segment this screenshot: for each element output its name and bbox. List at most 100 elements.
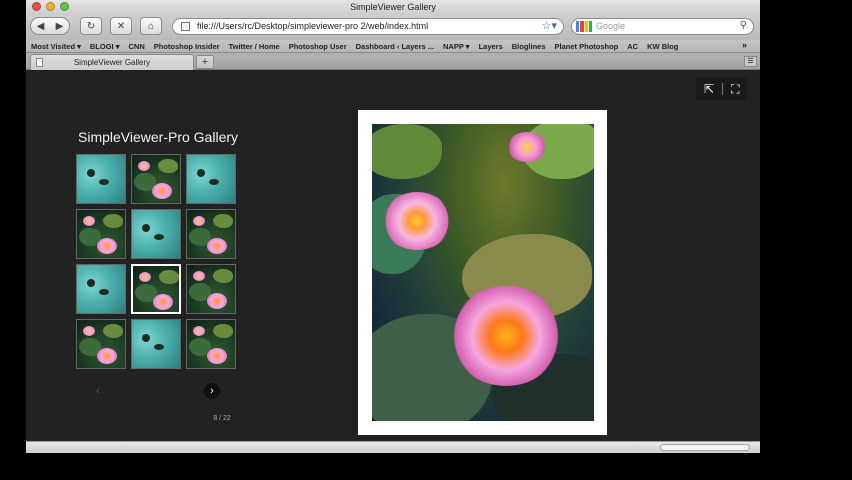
- main-image-frame[interactable]: [358, 110, 607, 435]
- bookmark-item[interactable]: CNN: [129, 42, 145, 51]
- lotus-flower: [83, 216, 95, 226]
- bookmarks-bar: Most Visited ▾ BLOGI ▾ CNN Photoshop Ins…: [26, 40, 760, 53]
- bookmark-item[interactable]: BLOGI ▾: [90, 42, 120, 51]
- gallery-thumbnail[interactable]: [186, 154, 236, 204]
- lotus-flower: [450, 286, 562, 386]
- forward-arrow-icon[interactable]: ▶: [50, 21, 69, 32]
- bookmark-star-icon[interactable]: ☆▾: [542, 19, 557, 34]
- viewer-controls: ⇱ ⛶: [696, 78, 748, 100]
- gallery-thumbnail[interactable]: [186, 209, 236, 259]
- lotus-flower: [207, 293, 227, 309]
- list-icon: ☰: [747, 58, 754, 65]
- lotus-flower: [139, 272, 151, 282]
- lily-pad: [159, 270, 179, 284]
- leaf-shadow: [197, 169, 205, 177]
- gallery-thumbnail[interactable]: [131, 154, 181, 204]
- title-bar: SimpleViewer Gallery: [26, 0, 760, 14]
- leaf-shadow: [209, 179, 219, 185]
- lily-pad: [213, 324, 233, 338]
- chevron-right-icon: ›: [210, 385, 214, 397]
- bookmark-item[interactable]: Photoshop Insider: [154, 42, 220, 51]
- gallery-thumbnail[interactable]: [76, 319, 126, 369]
- leaf-shadow: [142, 224, 150, 232]
- browser-window: SimpleViewer Gallery ◀ ▶ ↻ ✕ ⌂ file:///U…: [26, 0, 760, 453]
- minimize-window-button[interactable]: [46, 2, 55, 11]
- horizontal-scrollbar[interactable]: [26, 441, 760, 453]
- reload-icon: ↻: [86, 20, 96, 32]
- url-bar[interactable]: file:///Users/rc/Desktop/simpleviewer-pr…: [172, 18, 564, 35]
- control-divider: [722, 83, 724, 95]
- search-icon[interactable]: ⚲: [740, 18, 747, 33]
- scrollbar-thumb[interactable]: [660, 444, 750, 451]
- lotus-flower: [507, 132, 547, 162]
- google-icon: [576, 21, 592, 32]
- bookmark-item[interactable]: Most Visited ▾: [31, 42, 81, 51]
- bookmark-item[interactable]: Photoshop User: [289, 42, 347, 51]
- lotus-flower: [83, 326, 95, 336]
- window-title: SimpleViewer Gallery: [350, 2, 436, 12]
- lotus-flower: [138, 161, 150, 171]
- search-placeholder: Google: [596, 21, 626, 31]
- navigation-toolbar: ◀ ▶ ↻ ✕ ⌂ file:///Users/rc/Desktop/simpl…: [26, 14, 760, 40]
- bookmark-item[interactable]: Planet Photoshop: [555, 42, 619, 51]
- lotus-flower: [153, 294, 173, 310]
- tab-label: SimpleViewer Gallery: [73, 58, 151, 67]
- bookmark-item[interactable]: AC: [627, 42, 638, 51]
- leaf-shadow: [87, 279, 95, 287]
- bookmark-item[interactable]: Bloglines: [512, 42, 546, 51]
- fullscreen-icon[interactable]: ⛶: [731, 82, 739, 97]
- lotus-flower: [152, 183, 172, 199]
- leaf-shadow: [99, 179, 109, 185]
- gallery-thumbnail[interactable]: [76, 209, 126, 259]
- back-arrow-icon[interactable]: ◀: [31, 21, 50, 32]
- search-input[interactable]: Google ⚲: [571, 18, 754, 35]
- lotus-flower: [382, 192, 452, 250]
- stop-icon: ✕: [116, 20, 126, 32]
- thumbnail-grid: [76, 154, 236, 369]
- gallery-thumbnail[interactable]: [131, 264, 181, 314]
- lily-pad: [213, 214, 233, 228]
- page-favicon-icon: [181, 22, 190, 31]
- bookmark-item[interactable]: NAPP ▾: [443, 42, 470, 51]
- home-button[interactable]: ⌂: [140, 17, 162, 35]
- tab-bar: SimpleViewer Gallery + ☰: [26, 53, 760, 70]
- image-counter: 8 / 22: [213, 415, 231, 422]
- leaf-shadow: [154, 344, 164, 350]
- lotus-flower: [193, 271, 205, 281]
- stop-button[interactable]: ✕: [110, 17, 132, 35]
- gallery-thumbnail[interactable]: [186, 319, 236, 369]
- leaf-shadow: [142, 334, 150, 342]
- gallery-thumbnail[interactable]: [131, 209, 181, 259]
- bookmark-item[interactable]: Twitter / Home: [229, 42, 280, 51]
- leaf-shadow: [154, 234, 164, 240]
- new-tab-button[interactable]: +: [196, 55, 214, 69]
- main-image[interactable]: [372, 124, 594, 421]
- lotus-flower: [97, 238, 117, 254]
- tab-list-button[interactable]: ☰: [744, 56, 757, 67]
- tab-simpleviewer[interactable]: SimpleViewer Gallery: [30, 54, 194, 70]
- gallery-thumbnail[interactable]: [186, 264, 236, 314]
- lily-pad: [103, 214, 123, 228]
- lotus-flower: [207, 348, 227, 364]
- close-window-button[interactable]: [32, 2, 41, 11]
- next-page-button[interactable]: ›: [204, 383, 220, 399]
- tab-favicon-icon: [36, 58, 43, 67]
- bookmark-item[interactable]: Layers: [479, 42, 503, 51]
- bookmark-item[interactable]: Dashboard ‹ Layers ...: [356, 42, 434, 51]
- more-bookmarks-icon[interactable]: »: [742, 40, 747, 50]
- bookmark-item[interactable]: KW Blog: [647, 42, 678, 51]
- lily-pad: [103, 324, 123, 338]
- lily-pad: [213, 269, 233, 283]
- previous-page-button[interactable]: ‹: [90, 383, 106, 399]
- reload-button[interactable]: ↻: [80, 17, 102, 35]
- lotus-flower: [193, 216, 205, 226]
- maximize-window-button[interactable]: [60, 2, 69, 11]
- plus-icon: +: [201, 56, 209, 68]
- chevron-left-icon: ‹: [96, 385, 100, 397]
- lotus-flower: [207, 238, 227, 254]
- share-icon[interactable]: ⇱: [704, 82, 714, 96]
- gallery-thumbnail[interactable]: [76, 154, 126, 204]
- back-forward-buttons: ◀ ▶: [30, 17, 70, 35]
- gallery-thumbnail[interactable]: [131, 319, 181, 369]
- gallery-thumbnail[interactable]: [76, 264, 126, 314]
